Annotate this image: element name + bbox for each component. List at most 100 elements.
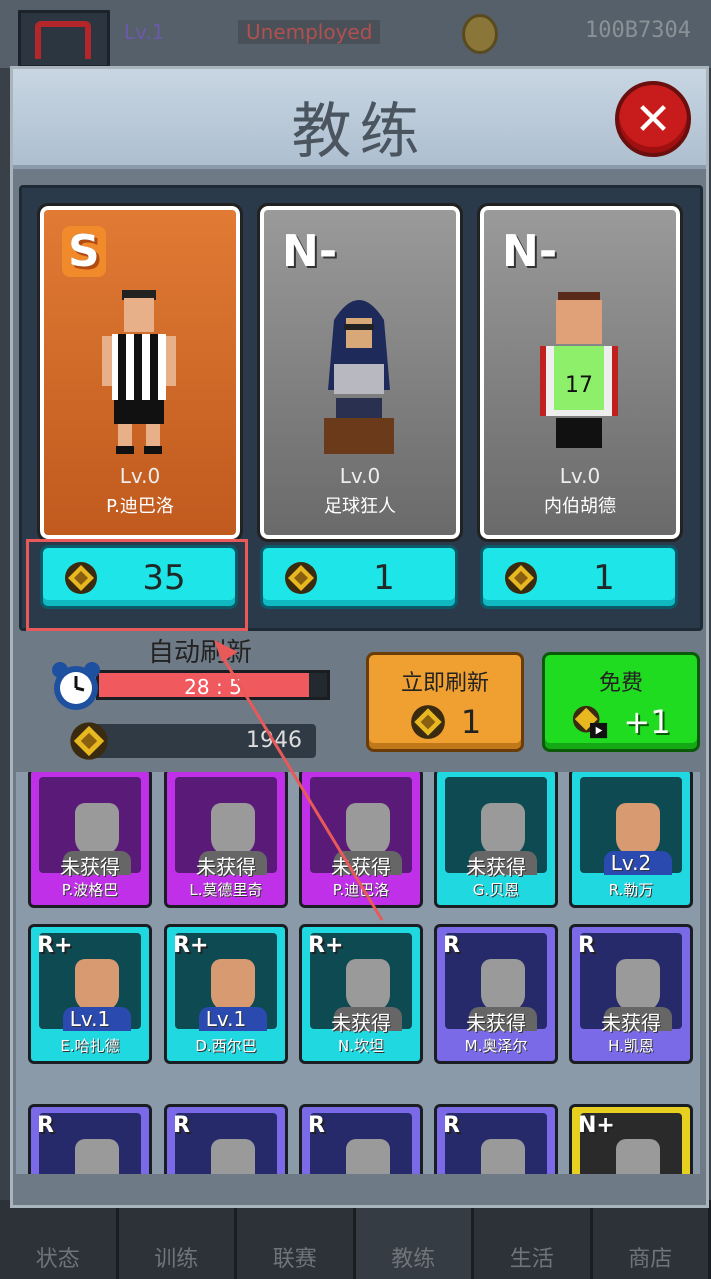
coach-tile[interactable]: Lv.2 R.勒万	[569, 772, 693, 908]
tile-grade-badge: R	[578, 933, 595, 958]
portrait-head-icon	[75, 803, 119, 855]
timer-text: 28 : 5	[184, 675, 242, 699]
coach-avatar-icon: 17	[540, 292, 618, 448]
close-button[interactable]: ✕	[615, 81, 691, 157]
card-level: Lv.0	[119, 464, 161, 488]
highlight-box	[26, 539, 248, 631]
tile-status: 未获得	[331, 1011, 391, 1035]
coach-tile[interactable]: R+ Lv.1 D.西尔巴	[164, 924, 288, 1064]
nav-status[interactable]: 状态	[0, 1200, 119, 1279]
tile-status: 未获得	[60, 855, 120, 879]
tile-grade-badge: N+	[578, 1113, 615, 1138]
coach-tile[interactable]: 未获得 L.莫德里奇	[164, 772, 288, 908]
coach-tile[interactable]: N+	[569, 1104, 693, 1174]
tile-name: R.勒万	[608, 881, 654, 899]
tile-name: G.贝恩	[472, 881, 520, 899]
grade-badge: N-	[502, 226, 558, 277]
tile-status: 未获得	[196, 855, 256, 879]
buy-price: 1	[373, 558, 395, 598]
refresh-cost: 1	[460, 703, 482, 741]
coach-portrait	[175, 1113, 277, 1174]
gem-icon	[410, 705, 445, 739]
portrait-head-icon	[211, 959, 255, 1011]
buy-button-3[interactable]: 1	[480, 545, 678, 609]
coach-avatar-icon	[324, 300, 394, 454]
nav-label: 联赛	[272, 1247, 317, 1272]
portrait-head-icon	[346, 803, 390, 855]
tile-name: M.奥泽尔	[464, 1037, 528, 1055]
nav-label: 状态	[35, 1247, 80, 1272]
tile-name: P.迪巴洛	[332, 881, 390, 899]
auto-refresh-label: 自动刷新	[148, 638, 253, 668]
nav-coach[interactable]: 教练	[355, 1200, 474, 1279]
portrait-head-icon	[75, 1139, 119, 1174]
grade-badge: S	[62, 226, 106, 277]
coach-tile[interactable]: 未获得 P.波格巴	[28, 772, 152, 908]
nav-training[interactable]: 训练	[119, 1200, 237, 1279]
coach-tile[interactable]: 未获得 G.贝恩	[434, 772, 558, 908]
featured-card-3[interactable]: N- 17 Lv.0 内伯胡德	[477, 203, 683, 542]
tile-status: Lv.2	[610, 851, 652, 875]
tile-grade-badge: R	[173, 1113, 190, 1138]
tile-status: 未获得	[331, 855, 391, 879]
coach-tile[interactable]: R	[28, 1104, 152, 1174]
buy-button-2[interactable]: 1	[260, 545, 458, 609]
tile-grade-badge: R	[37, 1113, 54, 1138]
portrait-head-icon	[346, 959, 390, 1011]
alarm-clock-icon	[52, 662, 100, 710]
tile-grade-badge: R	[308, 1113, 325, 1138]
tile-status: 未获得	[466, 1011, 526, 1035]
refresh-now-button[interactable]: 立即刷新 1	[366, 652, 524, 752]
portrait-head-icon	[481, 959, 525, 1011]
gem-icon	[70, 722, 108, 760]
tile-name: P.波格巴	[61, 881, 119, 899]
coach-collection-grid: 未获得 P.波格巴 未获得 L.莫德里奇 未获得 P.迪巴洛 未获得 G.贝恩 Lv.2 R.勒万…	[16, 772, 700, 1174]
featured-card-1[interactable]: S Lv.0 P.迪巴洛	[37, 203, 243, 542]
portrait-head-icon	[211, 803, 255, 855]
tile-name: N.坎坦	[338, 1037, 384, 1055]
coach-portrait	[39, 1113, 141, 1174]
coach-tile[interactable]: R	[299, 1104, 423, 1174]
coach-tile[interactable]: R 未获得 H.凯恩	[569, 924, 693, 1064]
card-level: Lv.0	[339, 464, 381, 488]
coach-tile[interactable]: R 未获得 M.奥泽尔	[434, 924, 558, 1064]
logo-shield-icon	[35, 21, 91, 59]
tile-status: Lv.1	[205, 1007, 247, 1031]
tile-status: 未获得	[601, 1011, 661, 1035]
coach-tile[interactable]: 未获得 P.迪巴洛	[299, 772, 423, 908]
nav-league[interactable]: 联赛	[237, 1200, 356, 1279]
svg-text:17: 17	[565, 373, 593, 398]
player-level: Lv.1	[124, 20, 165, 44]
nav-shop[interactable]: 商店	[593, 1200, 711, 1279]
featured-card-2[interactable]: N- Lv.0 足球狂人	[257, 203, 463, 542]
club-logo[interactable]	[18, 10, 110, 68]
nav-life[interactable]: 生活	[474, 1200, 593, 1279]
gem-icon	[285, 562, 317, 594]
free-label: 免费	[598, 671, 643, 696]
tile-grade-badge: R	[443, 933, 460, 958]
coach-portrait	[445, 1113, 547, 1174]
refresh-timer-bar: 28 : 5	[96, 670, 330, 700]
free-refresh-button[interactable]: 免费 +1	[542, 652, 700, 752]
portrait-head-icon	[616, 803, 660, 855]
buy-price: 1	[593, 558, 615, 598]
coach-tile[interactable]: R	[164, 1104, 288, 1174]
coach-tile[interactable]: R	[434, 1104, 558, 1174]
nav-label: 教练	[391, 1247, 436, 1272]
card-name: 足球狂人	[324, 496, 396, 517]
grade-badge: N-	[282, 226, 338, 277]
refresh-now-label: 立即刷新	[400, 671, 489, 696]
nav-label: 训练	[154, 1247, 199, 1272]
tile-grade-badge: R+	[173, 933, 209, 958]
coach-tile[interactable]: R+ Lv.1 E.哈扎德	[28, 924, 152, 1064]
tile-status: Lv.1	[69, 1007, 111, 1031]
portrait-head-icon	[616, 1139, 660, 1174]
card-name: P.迪巴洛	[106, 496, 174, 517]
portrait-head-icon	[346, 1139, 390, 1174]
tile-grade-badge: R+	[37, 933, 73, 958]
tile-name: D.西尔巴	[195, 1037, 257, 1055]
portrait-head-icon	[481, 1139, 525, 1174]
modal-title: 教练	[291, 97, 428, 167]
close-icon: ✕	[634, 93, 672, 145]
coach-tile[interactable]: R+ 未获得 N.坎坦	[299, 924, 423, 1064]
